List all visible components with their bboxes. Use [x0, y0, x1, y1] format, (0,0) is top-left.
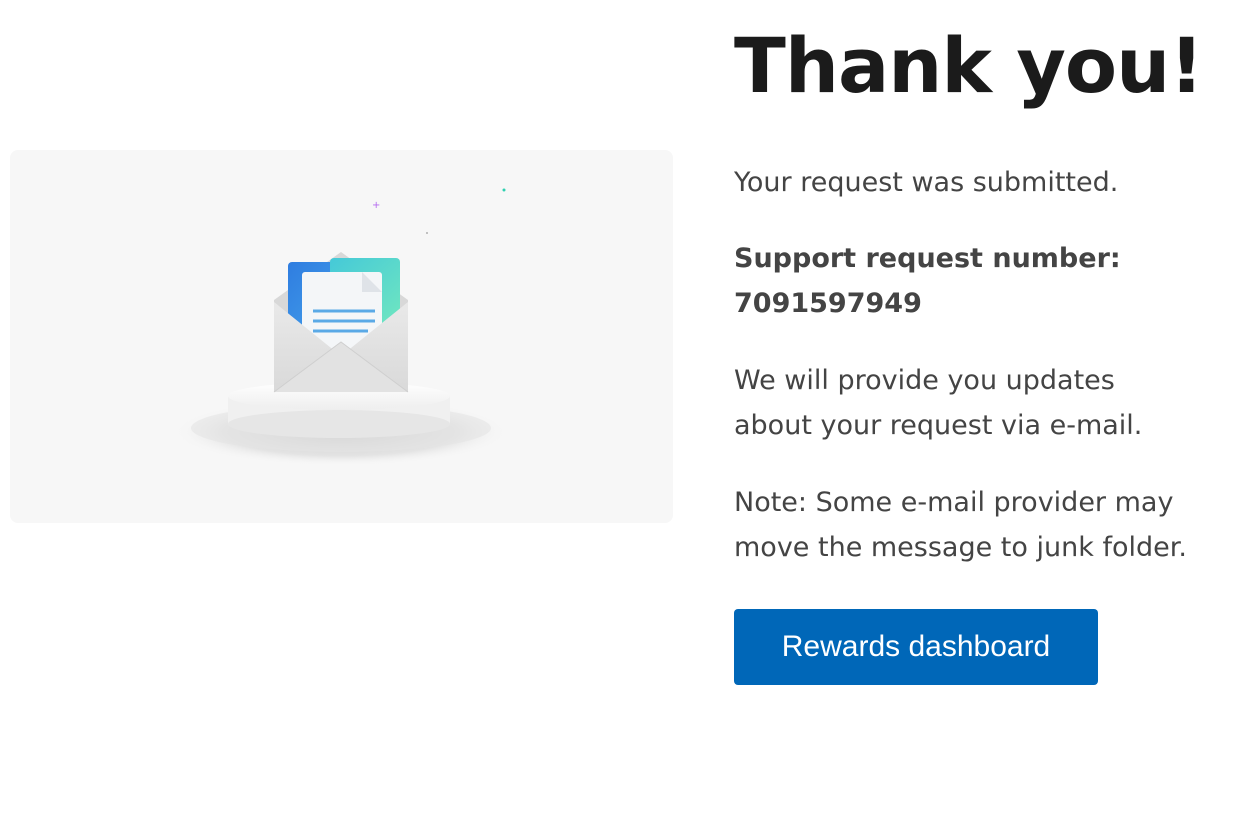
envelope-illustration-icon: +	[173, 188, 509, 466]
confirmation-content: Thank you! Your request was submitted. S…	[734, 20, 1214, 685]
rewards-dashboard-button[interactable]: Rewards dashboard	[734, 609, 1098, 685]
illustration-card: +	[10, 150, 673, 523]
support-request-number: 7091597949	[734, 288, 922, 319]
junk-folder-note: Note: Some e-mail provider may move the …	[734, 487, 1187, 563]
submitted-message: Your request was submitted.	[734, 167, 1119, 198]
page-title: Thank you!	[734, 21, 1204, 110]
support-request-label: Support request number:	[734, 243, 1121, 274]
support-request-info: Support request number: 7091597949	[734, 236, 1214, 326]
svg-text:+: +	[372, 200, 380, 211]
updates-message: We will provide you updates about your r…	[734, 365, 1143, 441]
thank-you-page: + Thank you! Your request was submitted.…	[0, 0, 1256, 822]
